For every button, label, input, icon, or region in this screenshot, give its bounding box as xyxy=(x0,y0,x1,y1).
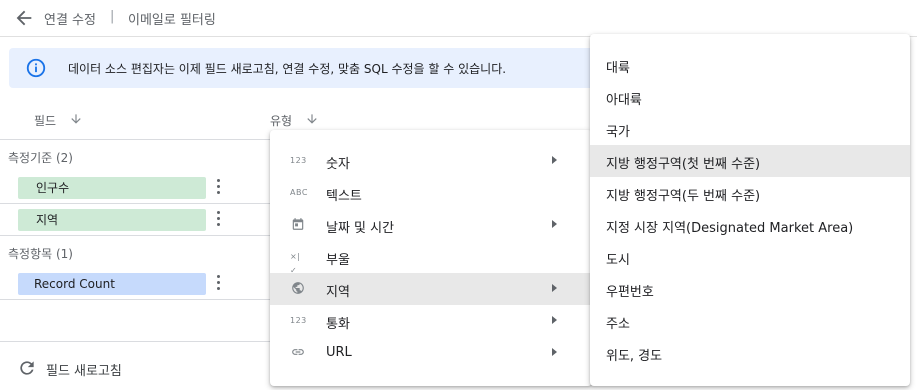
geo-item-label: 대륙 xyxy=(606,61,630,76)
globe-icon xyxy=(292,282,304,294)
divider xyxy=(0,235,270,236)
header-separator: | xyxy=(110,9,115,24)
info-banner: 데이터 소스 편집자는 이제 필드 새로고침, 연결 수정, 맞춤 SQL 수정… xyxy=(9,48,649,88)
menu-item-label: 숫자 xyxy=(326,157,350,172)
geo-item-country[interactable]: 국가 xyxy=(590,113,910,145)
geo-item-continent[interactable]: 대륙 xyxy=(590,49,910,81)
info-icon xyxy=(26,58,46,78)
field-type-menu: 123 숫자 ABC 텍스트 날짜 및 시간 ×|✓ 부울 지역 123 통화 … xyxy=(270,130,592,386)
geo-item-region-level-1[interactable]: 지방 행정구역(첫 번째 수준) xyxy=(590,145,910,177)
arrow-left-icon[interactable] xyxy=(13,7,35,29)
menu-item-boolean[interactable]: ×|✓ 부울 xyxy=(270,241,592,275)
filter-by-email-link[interactable]: 이메일로 필터링 xyxy=(128,9,216,28)
metrics-section-title: 측정항목 (1) xyxy=(8,247,73,261)
geo-item-label: 위도, 경도 xyxy=(606,349,663,364)
geo-item-label: 지방 행정구역(첫 번째 수준) xyxy=(606,157,761,172)
dimension-chip[interactable]: 지역 xyxy=(18,209,206,231)
menu-item-label: 날짜 및 시간 xyxy=(326,221,395,236)
divider xyxy=(0,203,270,204)
geo-item-label: 아대륙 xyxy=(606,93,642,108)
connection-edit-link[interactable]: 연결 수정 xyxy=(44,9,96,28)
submenu-arrow-icon xyxy=(552,316,557,324)
geo-item-label: 지정 시장 지역(Designated Market Area) xyxy=(606,221,854,236)
divider xyxy=(0,341,270,342)
dimension-chip[interactable]: 인구수 xyxy=(18,177,206,199)
geo-submenu: 대륙 아대륙 국가 지방 행정구역(첫 번째 수준) 지방 행정구역(두 번째 … xyxy=(590,34,910,386)
submenu-arrow-icon xyxy=(552,348,557,356)
currency-type-icon: 123 xyxy=(290,316,307,325)
menu-item-date-time[interactable]: 날짜 및 시간 xyxy=(270,209,592,241)
boolean-type-icon: ×|✓ xyxy=(290,252,301,275)
link-icon xyxy=(292,349,304,355)
menu-item-number[interactable]: 123 숫자 xyxy=(270,145,592,177)
more-vert-icon[interactable] xyxy=(215,275,221,293)
geo-item-region-level-2[interactable]: 지방 행정구역(두 번째 수준) xyxy=(590,177,910,209)
field-column-header[interactable]: 필드 xyxy=(34,112,56,129)
geo-item-label: 국가 xyxy=(606,125,630,140)
submenu-arrow-icon xyxy=(552,220,557,228)
geo-item-address[interactable]: 주소 xyxy=(590,305,910,337)
type-column-header[interactable]: 유형 xyxy=(270,112,292,129)
submenu-arrow-icon xyxy=(552,284,557,292)
arrow-down-icon[interactable] xyxy=(305,112,319,126)
metric-chip[interactable]: Record Count xyxy=(18,273,206,295)
arrow-down-icon[interactable] xyxy=(69,112,83,126)
menu-item-label: 텍스트 xyxy=(326,189,362,204)
geo-item-city[interactable]: 도시 xyxy=(590,241,910,273)
text-type-icon: ABC xyxy=(290,188,308,197)
calendar-icon xyxy=(292,218,304,230)
menu-item-label: 통화 xyxy=(326,317,350,332)
menu-item-label: 부울 xyxy=(326,253,350,268)
refresh-fields-button[interactable]: 필드 새로고침 xyxy=(46,360,122,379)
menu-item-currency[interactable]: 123 통화 xyxy=(270,305,592,337)
dimensions-section-title: 측정기준 (2) xyxy=(8,151,73,165)
geo-item-dma[interactable]: 지정 시장 지역(Designated Market Area) xyxy=(590,209,910,241)
submenu-arrow-icon xyxy=(552,156,557,164)
menu-item-label: 지역 xyxy=(326,285,350,300)
geo-item-label: 우편번호 xyxy=(606,285,654,300)
banner-message: 데이터 소스 편집자는 이제 필드 새로고침, 연결 수정, 맞춤 SQL 수정… xyxy=(68,62,507,76)
menu-item-text[interactable]: ABC 텍스트 xyxy=(270,177,592,209)
menu-item-url[interactable]: URL xyxy=(270,337,592,369)
refresh-icon[interactable] xyxy=(17,358,37,378)
geo-item-lat-long[interactable]: 위도, 경도 xyxy=(590,337,910,369)
geo-item-label: 도시 xyxy=(606,253,630,268)
menu-item-label: URL xyxy=(326,345,352,360)
geo-item-postal-code[interactable]: 우편번호 xyxy=(590,273,910,305)
geo-item-subcontinent[interactable]: 아대륙 xyxy=(590,81,910,113)
number-type-icon: 123 xyxy=(290,156,307,165)
more-vert-icon[interactable] xyxy=(215,179,221,197)
divider xyxy=(0,299,270,300)
menu-item-geo[interactable]: 지역 xyxy=(270,273,592,305)
geo-item-label: 주소 xyxy=(606,317,630,332)
geo-item-label: 지방 행정구역(두 번째 수준) xyxy=(606,189,761,204)
more-vert-icon[interactable] xyxy=(215,211,221,229)
